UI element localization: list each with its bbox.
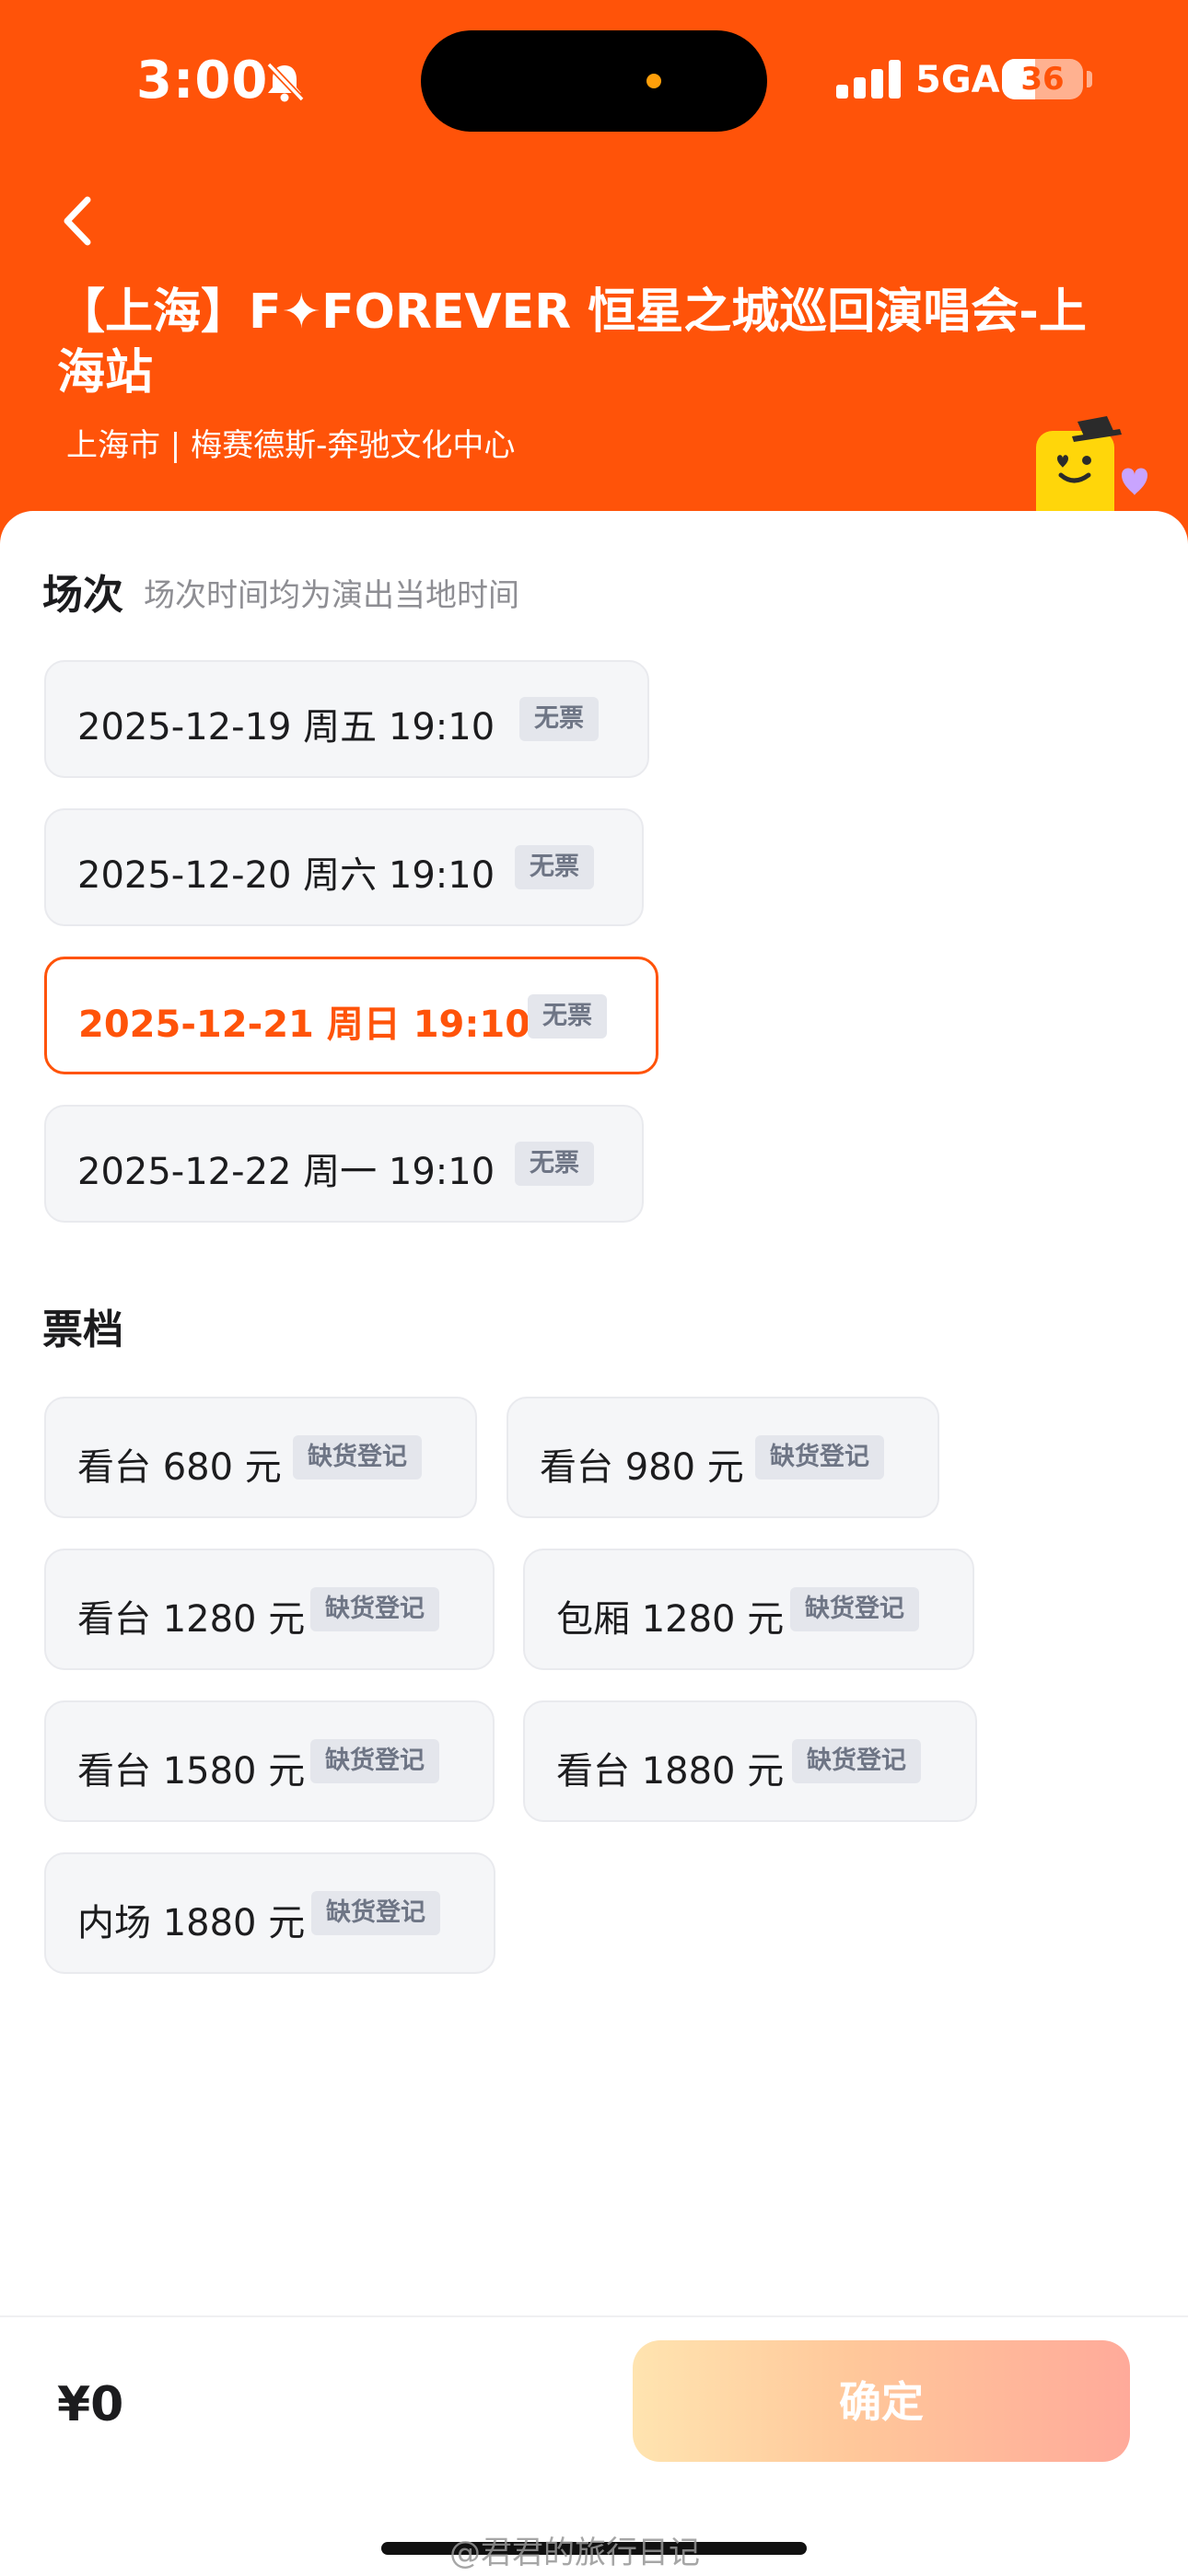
session-date: 2025-12-20 周六 19:10 [77, 854, 495, 897]
waitlist-tag: 缺货登记 [790, 1587, 919, 1631]
bell-off-icon [266, 62, 305, 102]
back-icon[interactable] [51, 189, 106, 253]
tiers-title: 票档 [42, 1306, 123, 1353]
waitlist-tag: 缺货登记 [310, 1739, 439, 1783]
event-venue: 上海市 | 梅赛德斯-奔驰文化中心 [66, 427, 516, 464]
tier-option-4[interactable]: 包厢 1280 元 缺货登记 [523, 1549, 974, 1670]
battery-level: 36 [1020, 61, 1065, 98]
tier-option-1[interactable]: 看台 680 元 缺货登记 [44, 1397, 477, 1518]
sold-out-tag: 无票 [515, 845, 594, 889]
mascot-icon [1036, 416, 1147, 525]
session-date: 2025-12-19 周五 19:10 [77, 706, 495, 748]
cellular-signal-icon [836, 60, 901, 99]
tier-label: 看台 680 元 [77, 1446, 282, 1489]
tier-option-3[interactable]: 看台 1280 元 缺货登记 [44, 1549, 495, 1670]
tier-label: 看台 1880 元 [556, 1750, 785, 1793]
camera-indicator-icon [646, 74, 661, 88]
tier-option-7[interactable]: 内场 1880 元 缺货登记 [44, 1852, 495, 1974]
tier-label: 看台 1580 元 [77, 1750, 306, 1793]
session-option-3-selected[interactable]: 2025-12-21 周日 19:10 无票 [44, 957, 658, 1074]
waitlist-tag: 缺货登记 [293, 1435, 422, 1479]
waitlist-tag: 缺货登记 [310, 1587, 439, 1631]
sessions-title: 场次 [42, 572, 123, 619]
battery-icon: 36 [1002, 59, 1083, 99]
watermark: @君君的旅行日记 [449, 2535, 700, 2571]
tier-label: 包厢 1280 元 [556, 1598, 785, 1641]
dynamic-island [421, 30, 767, 132]
selection-panel: 场次 场次时间均为演出当地时间 2025-12-19 周五 19:10 无票 2… [0, 511, 1188, 2315]
session-option-1[interactable]: 2025-12-19 周五 19:10 无票 [44, 660, 649, 778]
sold-out-tag: 无票 [515, 1142, 594, 1186]
waitlist-tag: 缺货登记 [755, 1435, 884, 1479]
event-title: 【上海】F✦FOREVER 恒星之城巡回演唱会-上海站 [57, 284, 1087, 400]
waitlist-tag: 缺货登记 [311, 1891, 440, 1935]
total-price: ¥0 [57, 2377, 124, 2432]
tier-option-6[interactable]: 看台 1880 元 缺货登记 [523, 1700, 977, 1822]
session-date: 2025-12-21 周日 19:10 [78, 1004, 531, 1046]
bottom-bar: ¥0 确定 @君君的旅行日记 [0, 2315, 1188, 2576]
sold-out-tag: 无票 [519, 697, 599, 741]
confirm-button[interactable]: 确定 [633, 2340, 1130, 2462]
tier-label: 内场 1880 元 [77, 1902, 306, 1944]
session-option-2[interactable]: 2025-12-20 周六 19:10 无票 [44, 808, 644, 926]
status-time: 3:00 [136, 51, 269, 110]
tier-label: 看台 1280 元 [77, 1598, 306, 1641]
sold-out-tag: 无票 [528, 994, 607, 1039]
battery-cap [1087, 71, 1092, 87]
sessions-note: 场次时间均为演出当地时间 [144, 577, 519, 614]
session-date: 2025-12-22 周一 19:10 [77, 1151, 495, 1193]
waitlist-tag: 缺货登记 [792, 1739, 921, 1783]
status-bar: 3:00 5GA 36 [0, 0, 1188, 157]
header: 3:00 5GA 36 【上海】F✦FOREVER 恒星之城巡回演唱会-上海站 … [0, 0, 1188, 589]
session-option-4[interactable]: 2025-12-22 周一 19:10 无票 [44, 1105, 644, 1223]
tier-option-5[interactable]: 看台 1580 元 缺货登记 [44, 1700, 495, 1822]
tier-label: 看台 980 元 [540, 1446, 744, 1489]
network-type: 5GA [915, 59, 1000, 101]
tier-option-2[interactable]: 看台 980 元 缺货登记 [507, 1397, 939, 1518]
